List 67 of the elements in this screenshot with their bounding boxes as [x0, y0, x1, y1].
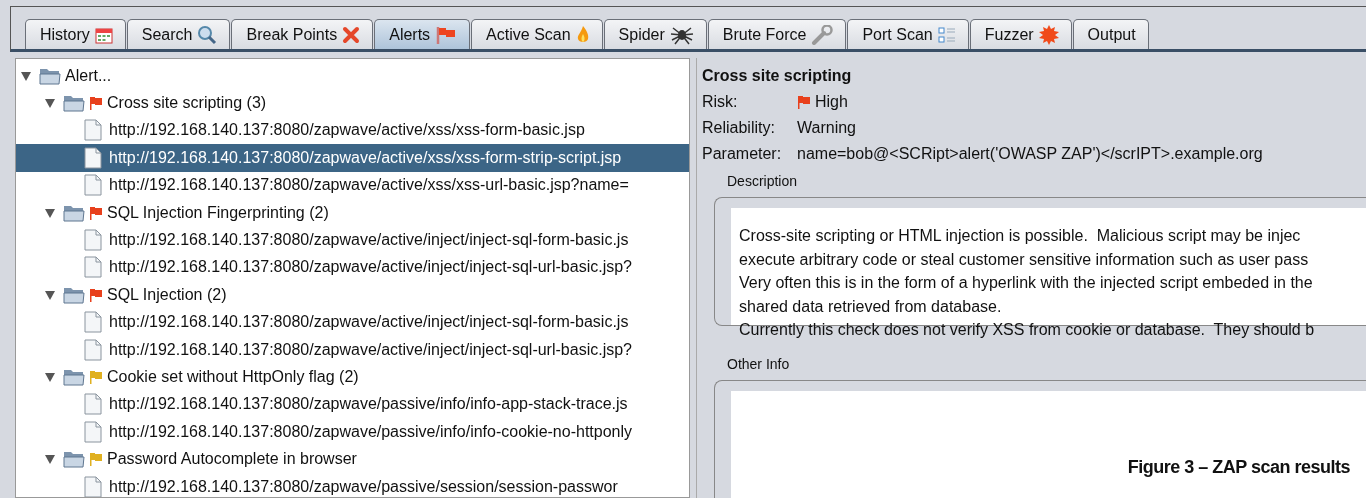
tree-root-node[interactable]: Alert... — [65, 66, 112, 85]
alert-type-node[interactable]: SQL Injection (2) — [107, 285, 227, 304]
alert-type-node[interactable]: SQL Injection Fingerprinting (2) — [107, 203, 329, 222]
document-icon — [84, 311, 102, 334]
tab[interactable]: Output — [1072, 19, 1149, 49]
section-heading: Other Info — [727, 356, 791, 374]
description-text: shared data retrieved from database. — [739, 296, 1003, 317]
tab[interactable]: Brute Force — [707, 19, 847, 49]
url-item[interactable]: http://192.168.140.137:8080/zapwave/active/inject/inject-sql-form-basic.js — [109, 313, 629, 332]
spider-icon — [669, 24, 694, 45]
description-text: Cross-site scripting or HTML injection is possible. Malicious script may be injec — [739, 226, 1302, 246]
field-value: High — [815, 93, 848, 111]
expand-toggle-icon[interactable] — [44, 288, 56, 301]
tab[interactable]: Break Points — [231, 19, 374, 49]
section-heading: Description — [727, 173, 799, 191]
alert-type-node[interactable]: Password Autocomplete in browser — [107, 450, 357, 469]
document-icon — [84, 174, 102, 197]
description-text: execute arbitrary code or steal customer sensitive information such as user pass — [739, 249, 1310, 270]
figure-caption: Figure 3 – ZAP scan results — [1127, 457, 1350, 478]
folder-icon — [63, 367, 85, 387]
document-icon — [84, 393, 102, 416]
field-value: Warning — [797, 119, 856, 137]
url-item[interactable]: http://192.168.140.137:8080/zapwave/passive/info/info-app-stack-trace.js — [109, 395, 628, 414]
tab[interactable]: History — [25, 19, 126, 49]
flag-icon — [435, 24, 458, 45]
cross-icon — [342, 25, 361, 44]
search-icon — [197, 24, 218, 45]
burst-icon — [1038, 24, 1059, 45]
url-item[interactable]: http://192.168.140.137:8080/zapwave/passive/info/info-cookie-no-httponly — [109, 422, 633, 441]
description-text: Very often this is in the form of a hyperlink with the injected script embeded in the — [739, 273, 1314, 293]
field-label: Reliability: — [702, 119, 776, 137]
list-icon — [937, 24, 956, 45]
field-value: name=bob@<SCRipt>alert('OWASP ZAP')</scrIPT>.example.org — [797, 145, 1263, 163]
document-icon — [84, 256, 102, 279]
expand-toggle-icon[interactable] — [20, 69, 32, 82]
wrench-icon — [811, 24, 834, 45]
alert-title: Cross site scripting — [702, 66, 853, 86]
url-item[interactable]: http://192.168.140.137:8080/zapwave/active/inject/inject-sql-url-basic.jsp? — [109, 340, 632, 359]
url-item[interactable]: http://192.168.140.137:8080/zapwave/active/xss/xss-form-basic.jsp — [109, 121, 585, 140]
field-label: Parameter: — [702, 145, 783, 163]
alert-type-node[interactable]: Cross site scripting (3) — [107, 94, 267, 113]
document-icon — [84, 338, 102, 361]
document-icon — [84, 229, 102, 252]
expand-toggle-icon[interactable] — [44, 97, 56, 110]
expand-toggle-icon[interactable] — [44, 206, 56, 219]
calendar-icon — [94, 25, 113, 44]
url-item[interactable]: http://192.168.140.137:8080/zapwave/active/inject/inject-sql-url-basic.jsp? — [109, 258, 632, 277]
description-text: Currently this check does not verify XSS from cookie or database. They should b — [739, 320, 1316, 340]
document-icon — [84, 146, 102, 169]
alert-type-node[interactable]: Cookie set without HttpOnly flag (2) — [107, 368, 359, 386]
folder-icon — [63, 93, 85, 114]
tab[interactable]: Fuzzer — [969, 19, 1072, 49]
tab[interactable]: Alerts — [374, 19, 471, 49]
document-icon — [84, 420, 102, 443]
document-icon — [84, 119, 102, 142]
url-item[interactable]: http://192.168.140.137:8080/zapwave/active/xss/xss-url-basic.jsp?name= — [109, 176, 629, 195]
url-item[interactable]: http://192.168.140.137:8080/zapwave/active/inject/inject-sql-form-basic.js — [109, 231, 629, 250]
tab[interactable]: Spider — [603, 19, 707, 49]
expand-toggle-icon[interactable] — [44, 371, 56, 383]
expand-toggle-icon[interactable] — [44, 453, 56, 466]
tab[interactable]: Search — [126, 19, 231, 49]
field-label: Risk: — [702, 93, 739, 111]
folder-icon — [63, 449, 85, 470]
tab[interactable]: Active Scan — [471, 19, 603, 49]
flame-icon — [575, 24, 590, 45]
url-item[interactable]: http://192.168.140.137:8080/zapwave/passive/session/session-passwor — [109, 477, 618, 496]
tab[interactable]: Port Scan — [847, 19, 969, 49]
